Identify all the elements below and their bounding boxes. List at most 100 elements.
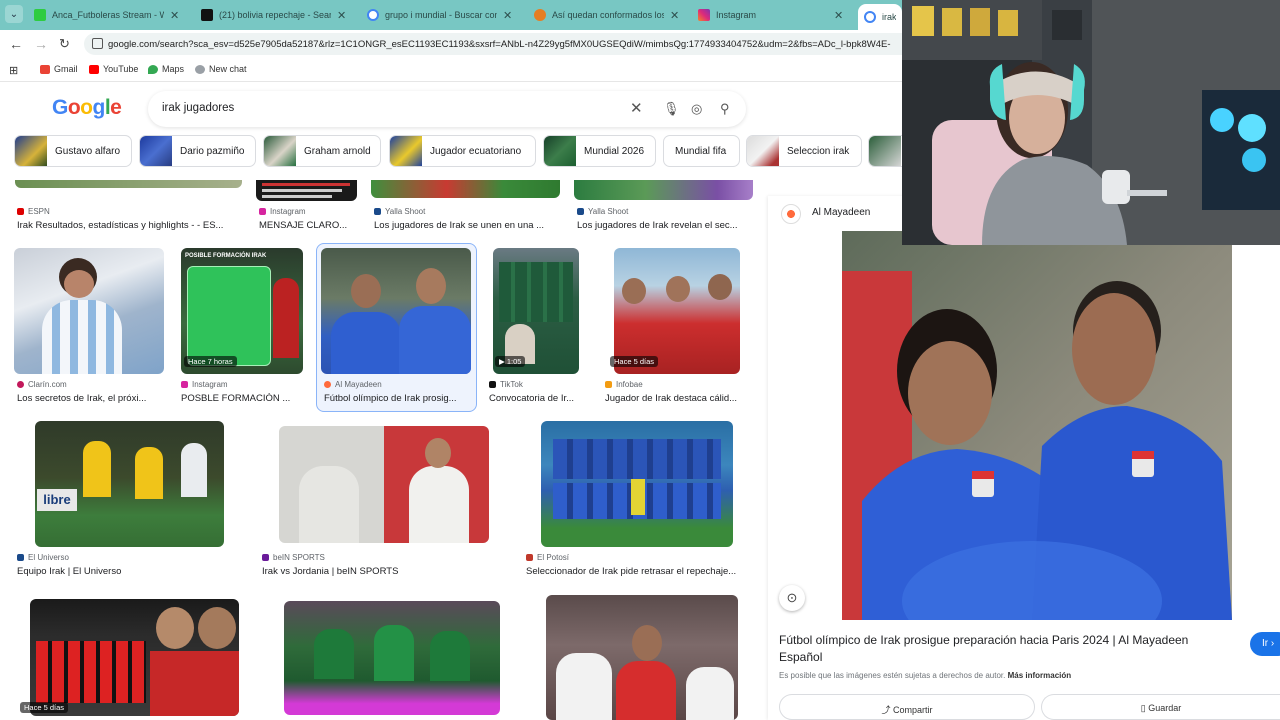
yalla-shoot-icon <box>577 208 584 215</box>
result-image[interactable] <box>321 248 471 374</box>
bein-sports-icon <box>262 554 269 561</box>
result-image[interactable]: libre <box>35 421 224 547</box>
result-source[interactable]: Clarín.com <box>17 380 67 389</box>
result-caption[interactable]: MENSAJE CLARO... <box>259 220 359 231</box>
apps-grid-icon[interactable]: ⊞ <box>9 64 18 77</box>
player-shirt <box>430 631 470 681</box>
bookmark-maps[interactable]: Maps <box>148 64 184 74</box>
chip-label: Seleccion irak <box>787 145 850 157</box>
bookmark-new-chat[interactable]: New chat <box>195 64 247 74</box>
result-image[interactable] <box>284 601 500 715</box>
source-label: ESPN <box>28 207 50 216</box>
google-favicon-icon <box>864 11 876 23</box>
site-info-icon[interactable] <box>92 38 103 49</box>
chevron-down-icon: ⌄ <box>9 8 19 20</box>
search-input[interactable]: irak jugadores <box>162 102 234 114</box>
result-source[interactable]: ESPN <box>17 207 50 216</box>
close-icon[interactable]: ✕ <box>630 99 643 117</box>
result-image[interactable] <box>30 599 239 716</box>
back-arrow-icon[interactable]: ← <box>9 36 23 52</box>
result-caption[interactable]: Los secretos de Irak, el próxi... <box>17 393 165 404</box>
browser-tab[interactable]: (21) bolivia repechaje - Search ✕ <box>195 4 352 26</box>
result-caption[interactable]: Jugador de Irak destaca cálid... <box>605 393 747 404</box>
result-caption[interactable]: Los jugadores de Irak se unen en una ... <box>374 220 562 231</box>
result-image[interactable] <box>15 180 242 188</box>
browser-tab[interactable]: Así quedan conformados los gr ✕ <box>528 4 685 26</box>
search-icon[interactable]: ⚲ <box>720 101 730 117</box>
bookmark-youtube[interactable]: YouTube <box>89 64 138 74</box>
close-tab-icon[interactable]: ✕ <box>503 9 512 22</box>
close-tab-icon[interactable]: ✕ <box>337 9 346 22</box>
bookmark-gmail[interactable]: Gmail <box>40 64 78 74</box>
result-image[interactable] <box>14 248 164 374</box>
close-tab-icon[interactable]: ✕ <box>670 9 679 22</box>
preview-source[interactable]: Al Mayadeen <box>812 207 870 218</box>
result-caption[interactable]: POSBLE FORMACIÓN ... <box>181 393 303 404</box>
google-logo[interactable]: Google <box>52 96 122 120</box>
chip-mundial-2026[interactable]: Mundial 2026 <box>543 135 656 167</box>
address-bar[interactable]: google.com/search?sca_esv=d525e7905da521… <box>84 33 914 55</box>
chip-graham-arnold[interactable]: Graham arnold <box>263 135 381 167</box>
browser-tab[interactable]: Anca_Futboleras Stream - Watc ✕ <box>28 4 185 26</box>
result-source[interactable]: Instagram <box>181 380 228 389</box>
result-source[interactable]: beIN SPORTS <box>262 553 325 562</box>
result-image[interactable] <box>279 426 489 543</box>
browser-tab[interactable]: grupo i mundial - Buscar con G ✕ <box>361 4 518 26</box>
camera-lens-icon[interactable]: ◎ <box>691 101 702 117</box>
youtube-icon <box>89 64 99 74</box>
browser-tab[interactable]: Instagram ✕ <box>692 4 849 26</box>
chip-thumbnail <box>869 136 901 166</box>
share-label: Compartir <box>893 705 933 715</box>
browser-tab-active[interactable]: irak ju <box>858 4 902 30</box>
chip-thumbnail <box>264 136 296 166</box>
result-image[interactable] <box>371 180 560 198</box>
result-caption[interactable]: Irak Resultados, estadísticas y highligh… <box>17 220 242 231</box>
result-source[interactable]: El Universo <box>17 553 69 562</box>
espn-icon <box>17 208 24 215</box>
result-source[interactable]: Infobae <box>605 380 643 389</box>
share-button[interactable]: ⤴ Compartir <box>779 694 1035 720</box>
result-image[interactable] <box>541 421 733 547</box>
preview-title[interactable]: Fútbol olímpico de Irak prosigue prepara… <box>779 632 1229 666</box>
result-image[interactable] <box>546 595 738 720</box>
result-caption[interactable]: Irak vs Jordania | beIN SPORTS <box>262 566 502 577</box>
reload-icon[interactable]: ↻ <box>59 36 70 52</box>
result-source[interactable]: Al Mayadeen <box>324 380 382 389</box>
result-source[interactable]: TikTok <box>489 380 523 389</box>
lens-search-icon[interactable]: ⊙ <box>779 585 805 611</box>
player-shirt <box>686 667 734 720</box>
result-caption[interactable]: Seleccionador de Irak pide retrasar el r… <box>526 566 752 577</box>
tiktok-icon <box>489 381 496 388</box>
chip-seleccion-irak[interactable]: Seleccion irak <box>746 135 862 167</box>
close-tab-icon[interactable]: ✕ <box>834 9 843 22</box>
result-source[interactable]: Yalla Shoot <box>374 207 425 216</box>
player-face <box>666 276 690 302</box>
team-row <box>499 262 573 322</box>
chip-mundial-fifa[interactable]: Mundial fifa <box>663 135 740 167</box>
microphone-icon[interactable]: 🎙 <box>663 101 680 117</box>
search-box[interactable]: irak jugadores ✕ 🎙 ◎ ⚲ <box>148 91 746 127</box>
result-image[interactable] <box>256 180 357 201</box>
result-caption[interactable]: Fútbol olímpico de Irak prosig... <box>324 393 472 404</box>
result-caption[interactable]: Convocatoria de Ir... <box>489 393 581 404</box>
chip-label: Graham arnold <box>304 145 371 157</box>
result-caption[interactable]: Los jugadores de Irak revelan el sec... <box>577 220 754 231</box>
preview-image[interactable] <box>842 231 1232 620</box>
chip-gustavo-alfaro[interactable]: Gustavo alfaro <box>14 135 132 167</box>
result-source[interactable]: El Potosí <box>526 553 569 562</box>
chip-partial[interactable] <box>868 135 902 167</box>
result-image[interactable] <box>574 180 753 200</box>
result-source[interactable]: Instagram <box>259 207 306 216</box>
tab-search-button[interactable]: ⌄ <box>5 5 23 23</box>
chip-dario-pazmino[interactable]: Dario pazmiño <box>139 135 256 167</box>
al-mayadeen-logo-icon <box>781 204 801 224</box>
save-button[interactable]: ▯ Guardar <box>1041 694 1280 720</box>
close-tab-icon[interactable]: ✕ <box>170 9 179 22</box>
visit-button[interactable]: Ir › <box>1250 632 1280 656</box>
result-source[interactable]: Yalla Shoot <box>577 207 628 216</box>
time-badge: Hace 5 días <box>20 702 69 713</box>
result-caption[interactable]: Equipo Irak | El Universo <box>17 566 237 577</box>
more-info-link[interactable]: Más información <box>1008 671 1072 680</box>
forward-arrow-icon[interactable]: → <box>34 36 48 52</box>
chip-jugador-ecuatoriano[interactable]: Jugador ecuatoriano <box>389 135 536 167</box>
